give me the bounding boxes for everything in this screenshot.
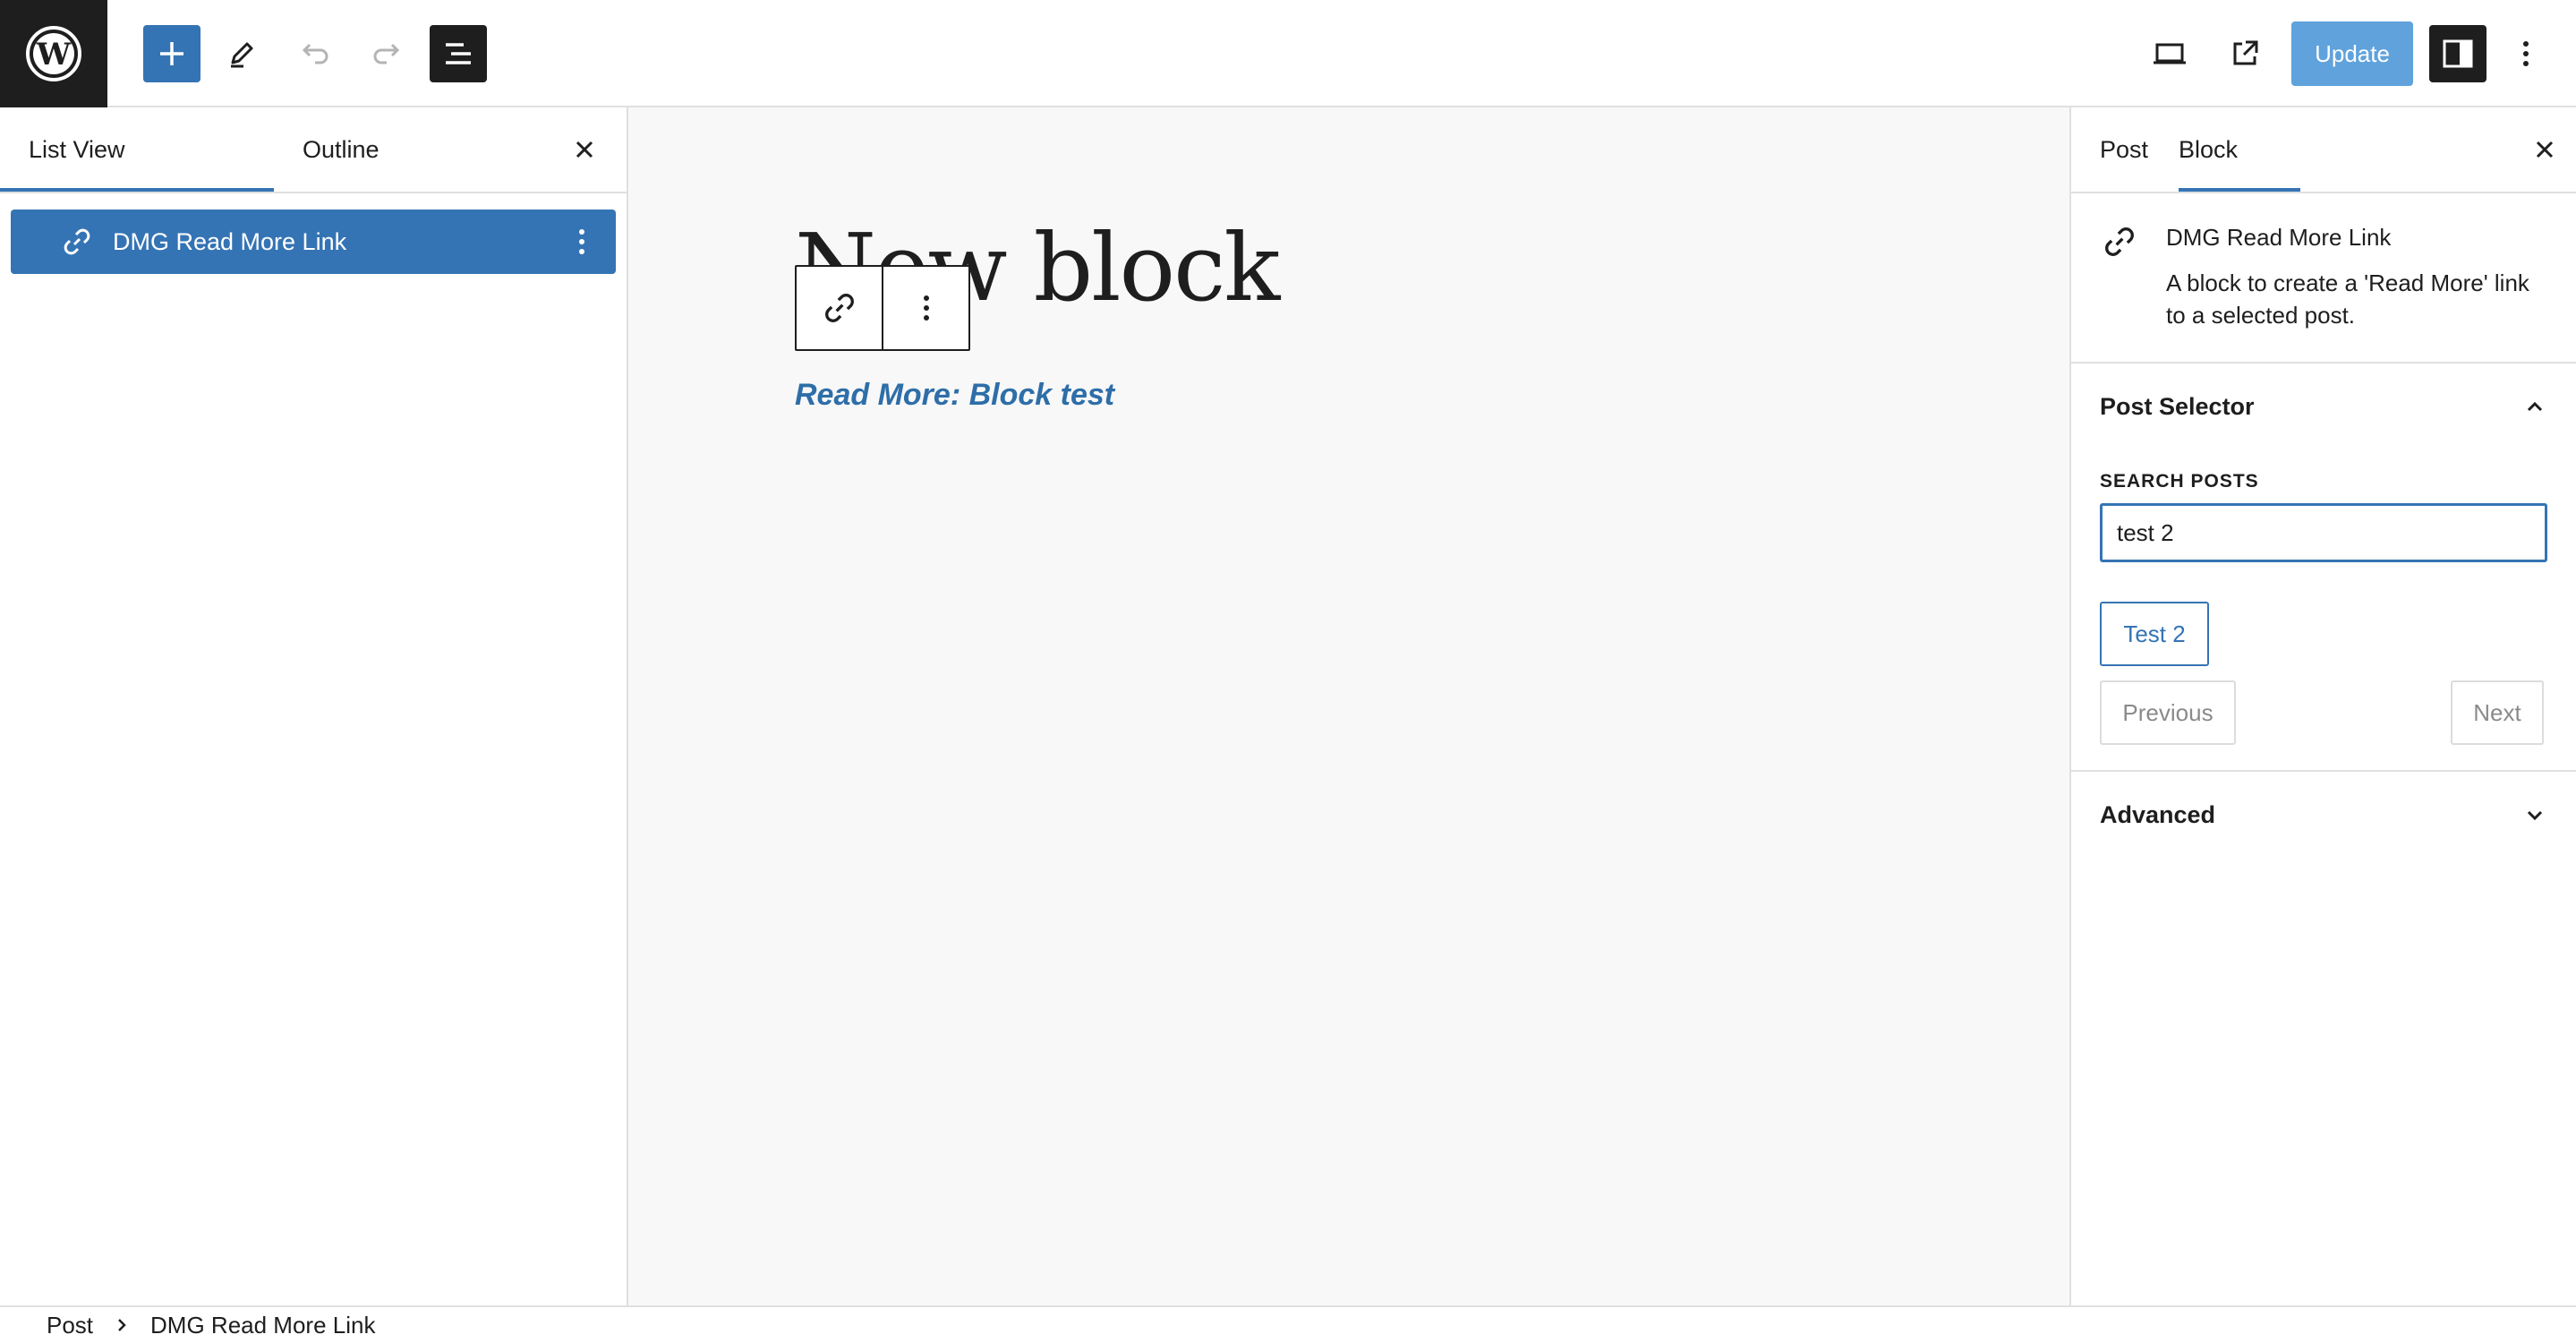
svg-text:W: W [36, 37, 72, 73]
list-view-item-dmg-read-more-link[interactable]: DMG Read More Link [11, 210, 616, 274]
sidebar-toggle-icon [2441, 37, 2475, 71]
editor-header: W Update [0, 0, 2576, 107]
editor-canvas: New block Read More: Block test [628, 107, 2069, 1305]
close-panel-button[interactable] [562, 127, 607, 172]
plus-icon [157, 38, 187, 69]
previous-button[interactable]: Previous [2100, 680, 2236, 745]
wordpress-logo-icon: W [25, 25, 82, 82]
chevron-down-icon[interactable] [2519, 799, 2551, 831]
tab-post[interactable]: Post [2100, 107, 2148, 192]
block-options-button[interactable] [883, 267, 968, 349]
post-selector-toggle[interactable]: Post Selector [2100, 364, 2255, 449]
chevron-up-icon[interactable] [2519, 390, 2551, 423]
link-icon [2102, 224, 2137, 260]
list-view-item-label: DMG Read More Link [113, 227, 347, 255]
tab-outline[interactable]: Outline [303, 107, 380, 192]
view-button[interactable] [2141, 25, 2198, 82]
settings-sidebar: Post Block DMG Read More Link A block to… [2069, 107, 2576, 1305]
options-button[interactable] [2501, 25, 2551, 82]
search-posts-label: SEARCH POSTS [2100, 471, 2259, 492]
redo-button[interactable] [358, 25, 415, 82]
close-icon [2534, 139, 2555, 160]
list-view-icon [440, 36, 476, 72]
external-link-icon [2228, 37, 2262, 71]
document-overview-tabs: List View Outline [0, 107, 627, 193]
settings-button[interactable] [2429, 25, 2486, 82]
sidebar-tabs: Post Block [2071, 107, 2576, 193]
link-icon [61, 226, 93, 258]
block-toolbar [795, 265, 970, 351]
active-tab-indicator [2179, 188, 2300, 192]
tools-button[interactable] [213, 25, 270, 82]
post-result-button[interactable]: Test 2 [2100, 602, 2209, 666]
tab-block[interactable]: Block [2179, 107, 2238, 192]
wordpress-logo-button[interactable]: W [0, 0, 107, 107]
advanced-panel: Advanced [2071, 772, 2576, 858]
document-overview-button[interactable] [430, 25, 487, 82]
update-button[interactable]: Update [2291, 21, 2413, 86]
document-overview-panel: List View Outline DMG Read More Link [0, 107, 628, 1305]
post-selector-panel: Post Selector SEARCH POSTS Test 2 Previo… [2071, 364, 2576, 772]
view-post-button[interactable] [2216, 25, 2273, 82]
redo-icon [371, 38, 403, 70]
breadcrumb: Post DMG Read More Link [0, 1305, 2576, 1343]
close-sidebar-button[interactable] [2522, 127, 2567, 172]
tab-list-view[interactable]: List View [29, 107, 125, 192]
undo-button[interactable] [286, 25, 344, 82]
breadcrumb-item-block: DMG Read More Link [150, 1311, 376, 1339]
breadcrumb-item-post[interactable]: Post [47, 1312, 93, 1339]
add-block-button[interactable] [143, 25, 200, 82]
link-icon [822, 290, 857, 326]
desktop-view-icon [2151, 38, 2188, 70]
undo-icon [299, 38, 331, 70]
search-posts-input[interactable] [2100, 503, 2547, 562]
more-vertical-icon [2521, 38, 2531, 70]
chevron-right-icon [115, 1316, 129, 1334]
block-card-title: DMG Read More Link [2166, 224, 2392, 251]
more-vertical-icon[interactable] [576, 226, 587, 258]
next-button[interactable]: Next [2451, 680, 2544, 745]
advanced-toggle[interactable]: Advanced [2100, 772, 2215, 858]
more-vertical-icon [921, 292, 932, 324]
pencil-icon [226, 38, 258, 70]
close-icon [574, 139, 595, 160]
block-type-button[interactable] [797, 267, 882, 349]
block-card: DMG Read More Link A block to create a '… [2071, 193, 2576, 364]
block-card-description: A block to create a 'Read More' link to … [2166, 269, 2529, 329]
active-tab-indicator [0, 188, 274, 192]
read-more-link[interactable]: Read More: Block test [795, 378, 1114, 413]
